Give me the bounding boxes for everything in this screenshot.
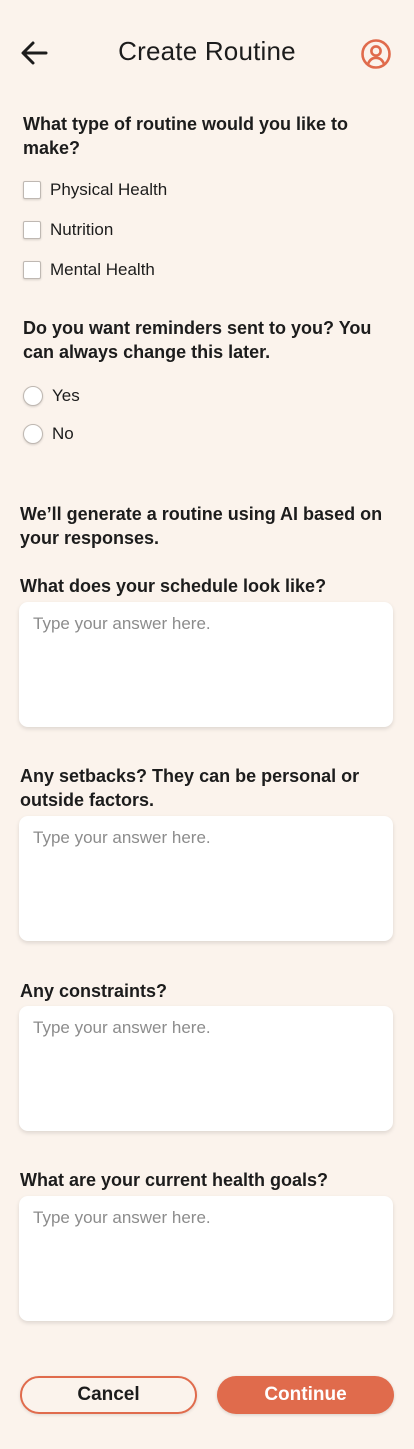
reminders-question: Do you want reminders sent to you? You c…	[23, 318, 372, 362]
page-title: Create Routine	[118, 36, 296, 66]
option-label: Mental Health	[50, 260, 155, 279]
physical-health-checkbox[interactable]	[23, 181, 41, 199]
setbacks-answer-field[interactable]	[19, 816, 393, 941]
ai-note: We’ll generate a routine using AI based …	[20, 504, 383, 548]
health-goals-question: What are your current health goals?	[20, 1170, 329, 1190]
option-physical-health[interactable]: Physical Health	[23, 180, 167, 200]
header: Create Routine	[0, 0, 414, 106]
mental-health-checkbox[interactable]	[23, 261, 41, 279]
option-mental-health[interactable]: Mental Health	[23, 260, 155, 280]
routine-type-question: What type of routine would you like to m…	[23, 114, 348, 158]
setbacks-question: Any setbacks? They can be personal or ou…	[20, 766, 360, 810]
constraints-question: Any constraints?	[20, 981, 168, 1001]
nutrition-checkbox[interactable]	[23, 221, 41, 239]
option-nutrition[interactable]: Nutrition	[23, 220, 113, 240]
no-radio[interactable]	[23, 424, 43, 444]
schedule-answer-field[interactable]	[19, 602, 393, 727]
cancel-button[interactable]: Cancel	[20, 1376, 197, 1414]
constraints-answer-field[interactable]	[19, 1006, 393, 1131]
schedule-question: What does your schedule look like?	[20, 576, 327, 596]
option-reminders-yes[interactable]: Yes	[23, 386, 80, 406]
option-label: Nutrition	[50, 220, 114, 239]
health-goals-answer-field[interactable]	[19, 1196, 393, 1321]
option-label: No	[52, 424, 74, 443]
user-circle-icon	[361, 39, 391, 69]
option-reminders-no[interactable]: No	[23, 424, 74, 444]
profile-button[interactable]	[359, 37, 393, 71]
continue-button[interactable]: Continue	[217, 1376, 394, 1414]
option-label: Physical Health	[50, 180, 168, 199]
yes-radio[interactable]	[23, 386, 43, 406]
option-label: Yes	[52, 386, 80, 405]
